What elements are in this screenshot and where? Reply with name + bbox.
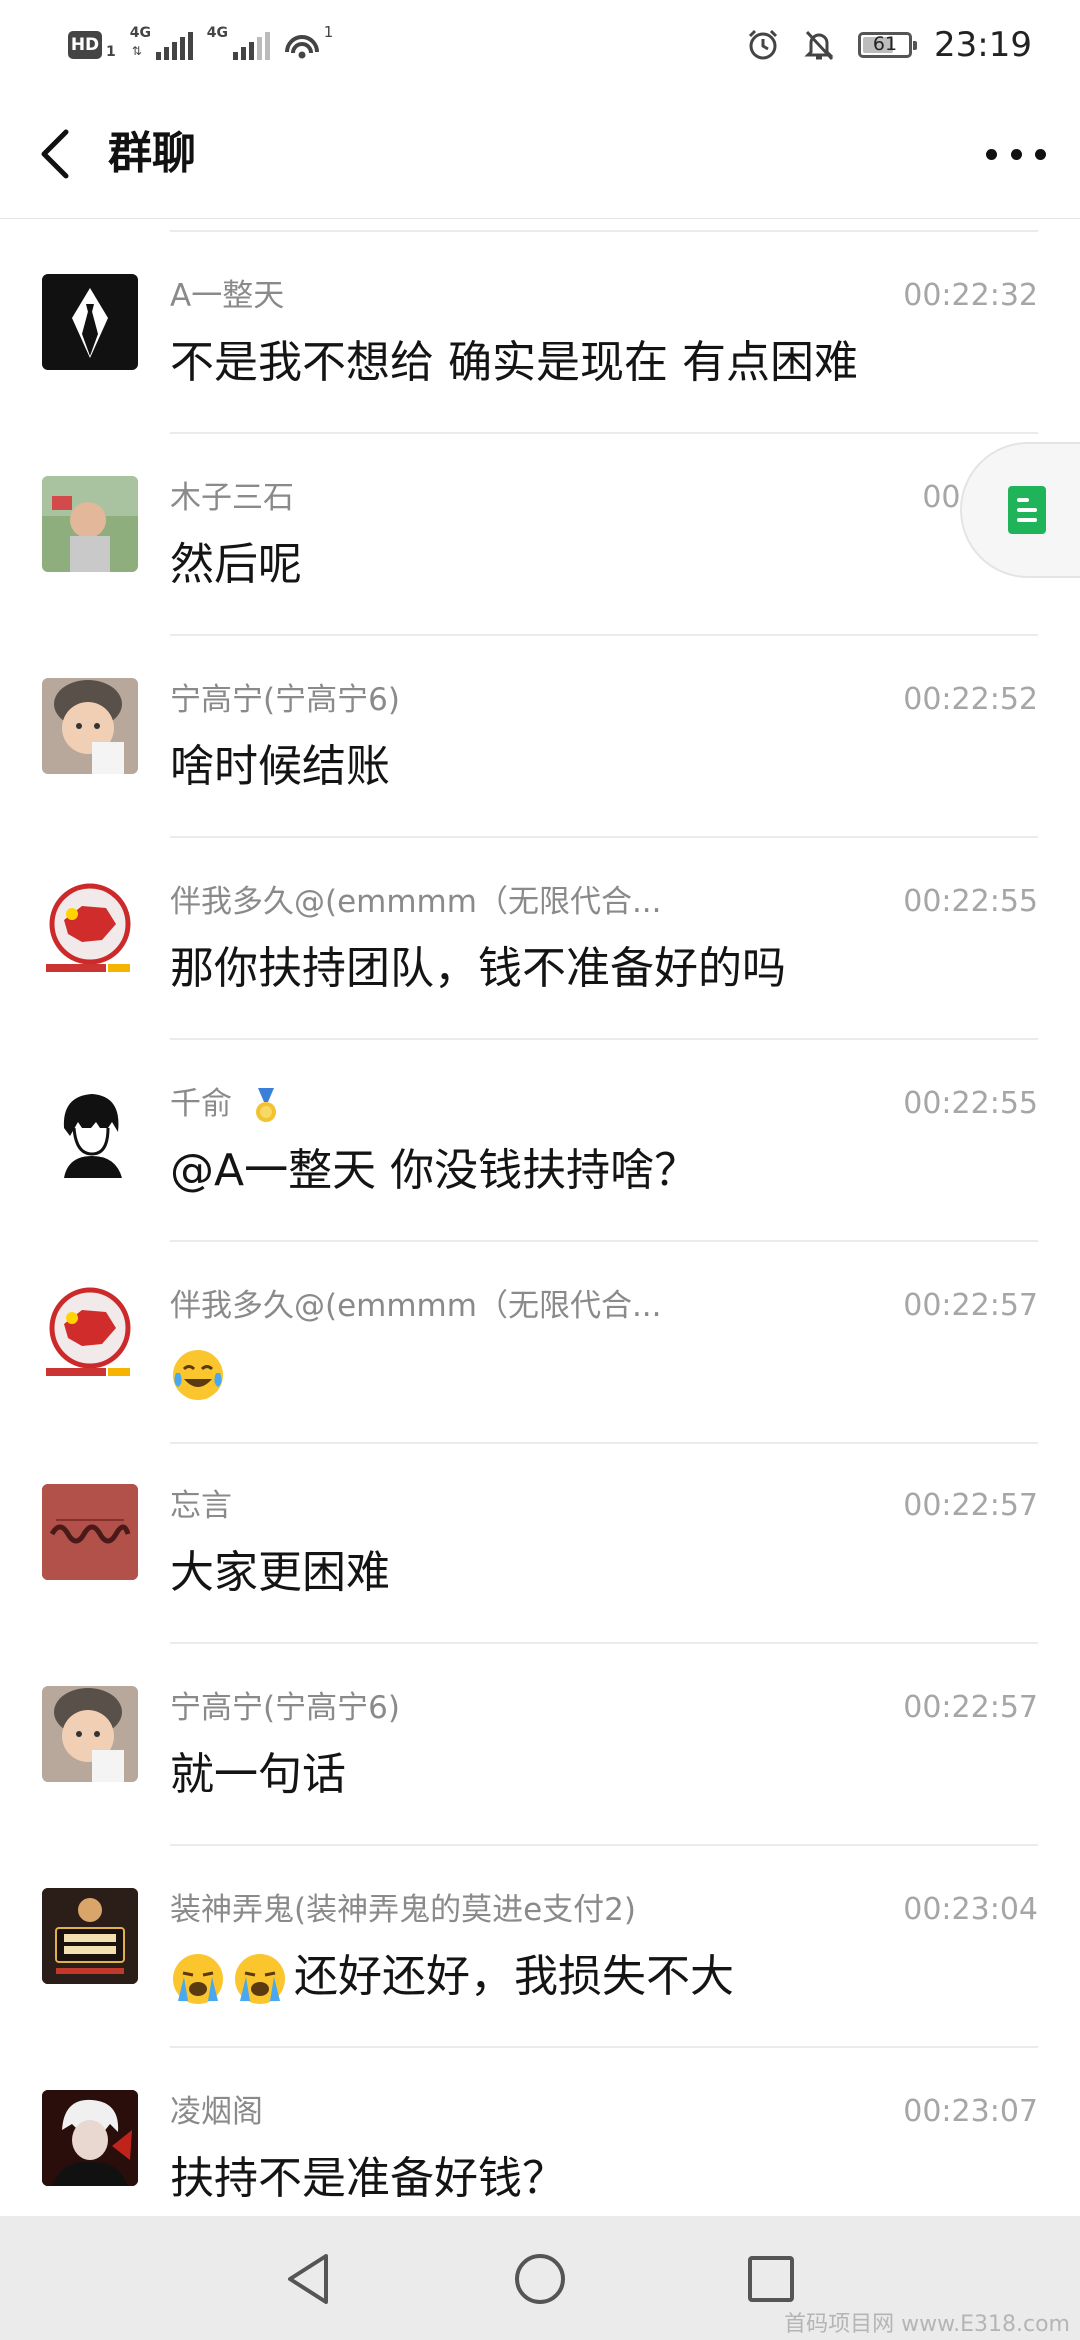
message-time: 00:22:57 <box>903 1690 1038 1725</box>
bell-muted-icon <box>804 30 834 61</box>
message-time: 00:23:04 <box>903 1892 1038 1927</box>
sender-name: 凌烟阁 <box>170 2094 263 2130</box>
sender-name: 木子三石 <box>170 480 294 516</box>
loudly-crying-emoji-icon <box>173 1954 223 2004</box>
message-text: 扶持不是准备好钱？ <box>170 2153 566 2204</box>
message-time: 00:22:55 <box>903 884 1038 919</box>
message-item[interactable]: A一整天 00:22:32 不是我不想给 确实是现在 有点困难 <box>0 232 1080 434</box>
more-button[interactable] <box>986 134 1046 174</box>
back-button[interactable] <box>36 124 76 184</box>
avatar[interactable] <box>42 1284 138 1380</box>
sender-name: 千俞 <box>170 1084 280 1124</box>
battery-icon: 61 <box>858 32 918 58</box>
sender-name: 宁高宁(宁高宁6) <box>170 682 400 718</box>
hd-badge: HD <box>68 31 102 59</box>
sender-name: 伴我多久@(emmmm（无限代合... <box>170 884 662 920</box>
triangle-back-icon[interactable] <box>276 2246 342 2312</box>
message-text: 就一句话 <box>170 1749 346 1800</box>
avatar[interactable] <box>42 880 138 976</box>
more-dots-icon <box>986 148 997 160</box>
sender-name: 装神弄鬼(装神弄鬼的莫进e支付2) <box>170 1892 636 1928</box>
status-bar: HD 1 4G ⇅ 4G 1 61 23:19 <box>0 0 1080 90</box>
avatar[interactable] <box>42 274 138 370</box>
avatar[interactable] <box>42 1082 138 1178</box>
message-time: 00:22:55 <box>903 1086 1038 1121</box>
document-icon <box>1008 486 1046 534</box>
message-time: 00:22:52 <box>903 682 1038 717</box>
avatar[interactable] <box>42 1888 138 1984</box>
message-time: 00:23:07 <box>903 2094 1038 2129</box>
message-text: 大家更困难 <box>170 1547 390 1598</box>
avatar[interactable] <box>42 2090 138 2186</box>
hd-sub: 1 <box>106 44 116 60</box>
message-text: 不是我不想给 确实是现在 有点困难 <box>170 337 858 388</box>
message-time: 00:22:32 <box>903 278 1038 313</box>
message-item[interactable]: 宁高宁(宁高宁6) 00:22:57 就一句话 <box>0 1644 1080 1846</box>
status-right: 61 23:19 <box>746 22 1032 68</box>
message-item[interactable]: 伴我多久@(emmmm（无限代合... 00:22:57 <box>0 1242 1080 1444</box>
message-item[interactable]: 千俞 00:22:55 @A一整天 你没钱扶持啥？ <box>0 1040 1080 1242</box>
sender-name: A一整天 <box>170 278 285 314</box>
loudly-crying-emoji-icon <box>235 1954 285 2004</box>
avatar[interactable] <box>42 476 138 572</box>
chat-header: 群聊 <box>0 90 1080 219</box>
circle-home-icon[interactable] <box>507 2246 573 2312</box>
message-time: 00:22:57 <box>903 1288 1038 1323</box>
message-item[interactable]: 宁高宁(宁高宁6) 00:22:52 啥时候结账 <box>0 636 1080 838</box>
system-navigation-bar: 首码项目网 www.E318.com <box>0 2216 1080 2340</box>
battery-level: 61 <box>872 33 898 55</box>
signal-icon-1: 4G ⇅ <box>130 26 193 60</box>
avatar[interactable] <box>42 1484 138 1580</box>
message-item[interactable]: 木子三石 00:22:4 然后呢 <box>0 434 1080 636</box>
message-time: 00:22:57 <box>903 1488 1038 1523</box>
page-title: 群聊 <box>108 128 196 179</box>
wifi-icon <box>284 35 319 59</box>
message-item[interactable]: 伴我多久@(emmmm（无限代合... 00:22:55 那你扶持团队，钱不准备… <box>0 838 1080 1040</box>
watermark: 首码项目网 www.E318.com <box>784 2312 1070 2337</box>
message-text: 然后呢 <box>170 539 302 590</box>
status-left: HD 1 4G ⇅ 4G 1 <box>68 22 333 68</box>
sender-name: 宁高宁(宁高宁6) <box>170 1690 400 1726</box>
message-text <box>170 1342 232 1404</box>
message-item[interactable]: 装神弄鬼(装神弄鬼的莫进e支付2) 00:23:04 还好还好，我损失不大 <box>0 1846 1080 2048</box>
message-item[interactable]: 忘言 00:22:57 大家更困难 <box>0 1442 1080 1644</box>
message-text: 啥时候结账 <box>170 741 390 792</box>
square-recents-icon[interactable] <box>738 2246 804 2312</box>
sender-name: 伴我多久@(emmmm（无限代合... <box>170 1288 662 1324</box>
status-time: 23:19 <box>934 25 1032 65</box>
chevron-left-icon <box>41 129 69 179</box>
sender-name: 忘言 <box>170 1488 232 1524</box>
message-text: 还好还好，我损失不大 <box>170 1946 734 2008</box>
message-text: 那你扶持团队，钱不准备好的吗 <box>170 943 786 994</box>
signal-icon-2: 4G <box>207 26 270 60</box>
avatar[interactable] <box>42 678 138 774</box>
tears-of-joy-emoji-icon <box>173 1350 223 1400</box>
avatar[interactable] <box>42 1686 138 1782</box>
alarm-icon <box>748 29 778 60</box>
wifi-sup: 1 <box>323 23 334 41</box>
message-text: @A一整天 你没钱扶持啥？ <box>170 1145 699 1196</box>
medal-icon <box>255 1087 276 1122</box>
